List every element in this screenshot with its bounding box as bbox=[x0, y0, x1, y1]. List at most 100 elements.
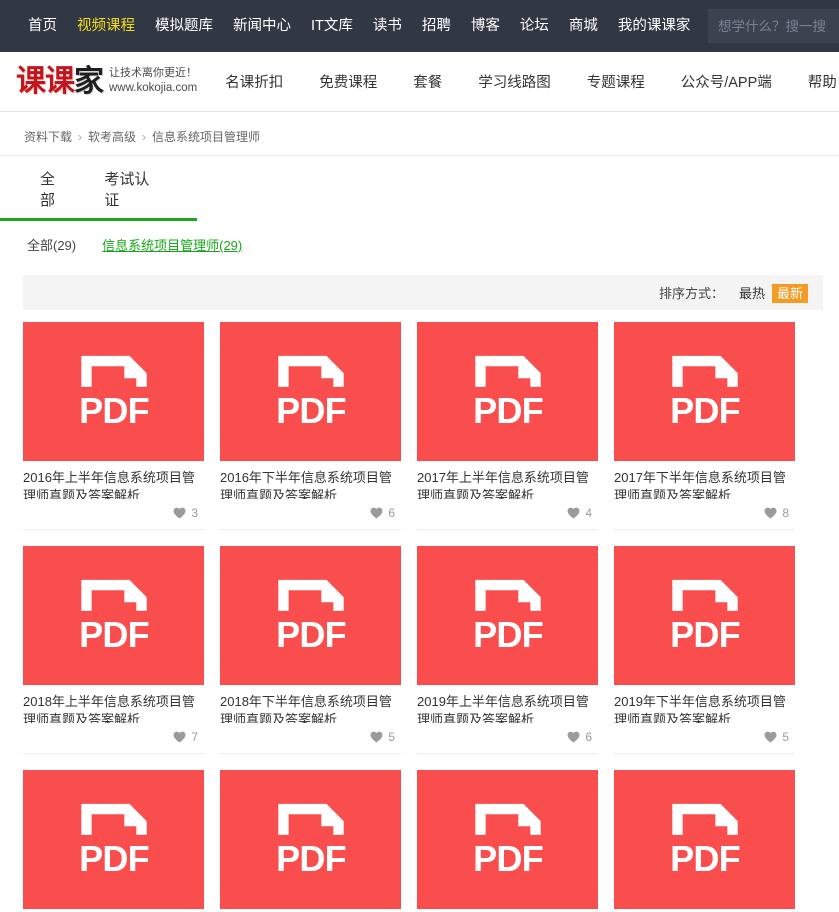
document-card[interactable]: PDF 2018年下半年信息系统项目管理师真题及答案解析 5 bbox=[220, 546, 401, 770]
search-input[interactable] bbox=[708, 9, 839, 43]
top-nav-item-8[interactable]: 博客 bbox=[471, 0, 500, 52]
svg-text:PDF: PDF bbox=[79, 389, 149, 430]
card-thumbnail[interactable]: PDF bbox=[614, 322, 795, 461]
pdf-file-icon: PDF bbox=[473, 803, 543, 878]
main-nav-item-5[interactable]: 专题课程 bbox=[587, 71, 645, 92]
document-card[interactable]: PDF 2016年下半年信息系统项目管理师真题及答案解析 6 bbox=[220, 322, 401, 546]
document-card[interactable]: PDF2021年下半年信息系统项目管理师真题及答案解析 bbox=[417, 770, 598, 912]
document-card[interactable]: PDF 2018年上半年信息系统项目管理师真题及答案解析 7 bbox=[23, 546, 204, 770]
like-count: 6 bbox=[388, 506, 395, 520]
card-thumbnail[interactable]: PDF bbox=[417, 770, 598, 909]
document-card[interactable]: PDF 2019年下半年信息系统项目管理师真题及答案解析 5 bbox=[614, 546, 795, 770]
card-thumbnail[interactable]: PDF bbox=[220, 546, 401, 685]
main-nav-item-2[interactable]: 免费课程 bbox=[319, 71, 377, 92]
card-thumbnail[interactable]: PDF bbox=[614, 546, 795, 685]
main-nav-item-7[interactable]: 帮助 bbox=[808, 71, 837, 92]
sort-option-2[interactable]: 最新 bbox=[771, 284, 808, 303]
svg-text:PDF: PDF bbox=[79, 613, 149, 654]
breadcrumb-separator: › bbox=[78, 130, 83, 144]
card-thumbnail[interactable]: PDF bbox=[23, 322, 204, 461]
svg-text:PDF: PDF bbox=[473, 837, 543, 878]
card-title[interactable]: 2017年下半年信息系统项目管理师真题及答案解析 bbox=[614, 461, 795, 499]
document-card-grid: PDF 2016年上半年信息系统项目管理师真题及答案解析 3 PDF 2016年下半年信… bbox=[0, 310, 839, 912]
heart-icon bbox=[567, 731, 580, 743]
sort-option-1[interactable]: 最热 bbox=[734, 284, 770, 303]
card-spacer bbox=[23, 530, 204, 546]
subfilter-item-1[interactable]: 全部(29) bbox=[27, 235, 76, 254]
breadcrumb-item-3[interactable]: 信息系统项目管理师 bbox=[152, 130, 260, 144]
svg-text:PDF: PDF bbox=[473, 613, 543, 654]
heart-icon bbox=[173, 731, 186, 743]
top-nav-item-4[interactable]: 新闻中心 bbox=[233, 0, 291, 52]
heart-icon bbox=[764, 507, 777, 519]
top-nav-item-2[interactable]: 视频课程 bbox=[77, 0, 135, 52]
tab-2[interactable]: 考试认证 bbox=[104, 166, 161, 218]
main-nav-item-3[interactable]: 套餐 bbox=[413, 71, 442, 92]
heart-icon bbox=[764, 731, 777, 743]
card-title[interactable]: 2018年下半年信息系统项目管理师真题及答案解析 bbox=[220, 685, 401, 723]
top-nav-item-5[interactable]: IT文库 bbox=[311, 0, 353, 52]
site-logo[interactable]: 课课家 让技术离你更近！ www.kokojia.com bbox=[16, 63, 197, 99]
top-nav-item-11[interactable]: 我的课课家 bbox=[618, 0, 691, 52]
top-navigation-bar: 首页视频课程模拟题库新闻中心 IT文库读书招聘博客论坛商城hot 我的课课家 bbox=[0, 0, 839, 52]
pdf-file-icon: PDF bbox=[670, 355, 740, 430]
card-meta: 5 bbox=[614, 723, 795, 754]
document-card[interactable]: PDF2022年上半年信息系统项目管理师真题及答案解析 bbox=[614, 770, 795, 912]
heart-icon bbox=[173, 507, 186, 519]
card-thumbnail[interactable]: PDF bbox=[23, 546, 204, 685]
svg-text:PDF: PDF bbox=[670, 837, 740, 878]
document-card[interactable]: PDF2021年上半年信息系统项目管理师真题及答案解析 bbox=[220, 770, 401, 912]
like-count: 8 bbox=[782, 506, 789, 520]
card-thumbnail[interactable]: PDF bbox=[220, 322, 401, 461]
main-nav-item-6[interactable]: 公众号/APP端 bbox=[681, 71, 772, 92]
card-title[interactable]: 2017年上半年信息系统项目管理师真题及答案解析 bbox=[417, 461, 598, 499]
svg-text:PDF: PDF bbox=[670, 613, 740, 654]
card-thumbnail[interactable]: PDF bbox=[220, 770, 401, 909]
card-spacer bbox=[614, 530, 795, 546]
subfilter-item-2[interactable]: 信息系统项目管理师(29) bbox=[102, 235, 242, 254]
svg-text:PDF: PDF bbox=[670, 389, 740, 430]
logo-tagline-block: 让技术离你更近！ www.kokojia.com bbox=[109, 67, 197, 95]
pdf-file-icon: PDF bbox=[79, 355, 149, 430]
pdf-file-icon: PDF bbox=[276, 355, 346, 430]
like-count: 5 bbox=[388, 730, 395, 744]
document-card[interactable]: PDF 2019年上半年信息系统项目管理师真题及答案解析 6 bbox=[417, 546, 598, 770]
card-thumbnail[interactable]: PDF bbox=[614, 770, 795, 909]
pdf-file-icon: PDF bbox=[276, 579, 346, 654]
top-nav-item-7[interactable]: 招聘 bbox=[422, 0, 451, 52]
pdf-file-icon: PDF bbox=[473, 579, 543, 654]
logo-tagline: 让技术离你更近！ bbox=[109, 67, 197, 80]
card-thumbnail[interactable]: PDF bbox=[417, 546, 598, 685]
card-title[interactable]: 2019年上半年信息系统项目管理师真题及答案解析 bbox=[417, 685, 598, 723]
card-title[interactable]: 2016年上半年信息系统项目管理师真题及答案解析 bbox=[23, 461, 204, 499]
top-nav-item-3[interactable]: 模拟题库 bbox=[155, 0, 213, 52]
sort-bar: 排序方式： 最热 最新 bbox=[23, 275, 823, 310]
document-card[interactable]: PDF 2017年上半年信息系统项目管理师真题及答案解析 4 bbox=[417, 322, 598, 546]
top-nav-item-6[interactable]: 读书 bbox=[373, 0, 402, 52]
category-tabs: 全部 考试认证 bbox=[0, 166, 197, 221]
svg-text:PDF: PDF bbox=[276, 837, 346, 878]
document-card[interactable]: PDF2020年下半年信息系统项目管理师真题及答案解析 bbox=[23, 770, 204, 912]
card-title[interactable]: 2018年上半年信息系统项目管理师真题及答案解析 bbox=[23, 685, 204, 723]
logo-text-red: 课课 bbox=[16, 63, 75, 99]
heart-icon bbox=[567, 507, 580, 519]
tab-1[interactable]: 全部 bbox=[40, 166, 68, 218]
breadcrumb-item-2[interactable]: 软考高级 bbox=[88, 130, 136, 144]
card-meta: 6 bbox=[220, 499, 401, 530]
document-card[interactable]: PDF 2016年上半年信息系统项目管理师真题及答案解析 3 bbox=[23, 322, 204, 546]
document-card[interactable]: PDF 2017年下半年信息系统项目管理师真题及答案解析 8 bbox=[614, 322, 795, 546]
main-nav-item-1[interactable]: 名课折扣 bbox=[225, 71, 283, 92]
card-title[interactable]: 2019年下半年信息系统项目管理师真题及答案解析 bbox=[614, 685, 795, 723]
card-thumbnail[interactable]: PDF bbox=[417, 322, 598, 461]
top-nav-item-1[interactable]: 首页 bbox=[28, 0, 57, 52]
card-meta: 6 bbox=[417, 723, 598, 754]
card-title[interactable]: 2016年下半年信息系统项目管理师真题及答案解析 bbox=[220, 461, 401, 499]
top-nav-item-10[interactable]: 商城hot bbox=[569, 0, 598, 52]
logo-bar: 课课家 让技术离你更近！ www.kokojia.com 名课折扣 免费课程 套餐 学… bbox=[0, 52, 839, 112]
breadcrumb-item-1[interactable]: 资料下载 bbox=[24, 130, 72, 144]
top-nav-item-9[interactable]: 论坛 bbox=[520, 0, 549, 52]
main-navigation: 名课折扣 免费课程 套餐 学习线路图 专题课程 公众号/APP端 帮助 bbox=[225, 71, 837, 92]
main-nav-item-4[interactable]: 学习线路图 bbox=[478, 71, 551, 92]
card-thumbnail[interactable]: PDF bbox=[23, 770, 204, 909]
pdf-file-icon: PDF bbox=[79, 579, 149, 654]
